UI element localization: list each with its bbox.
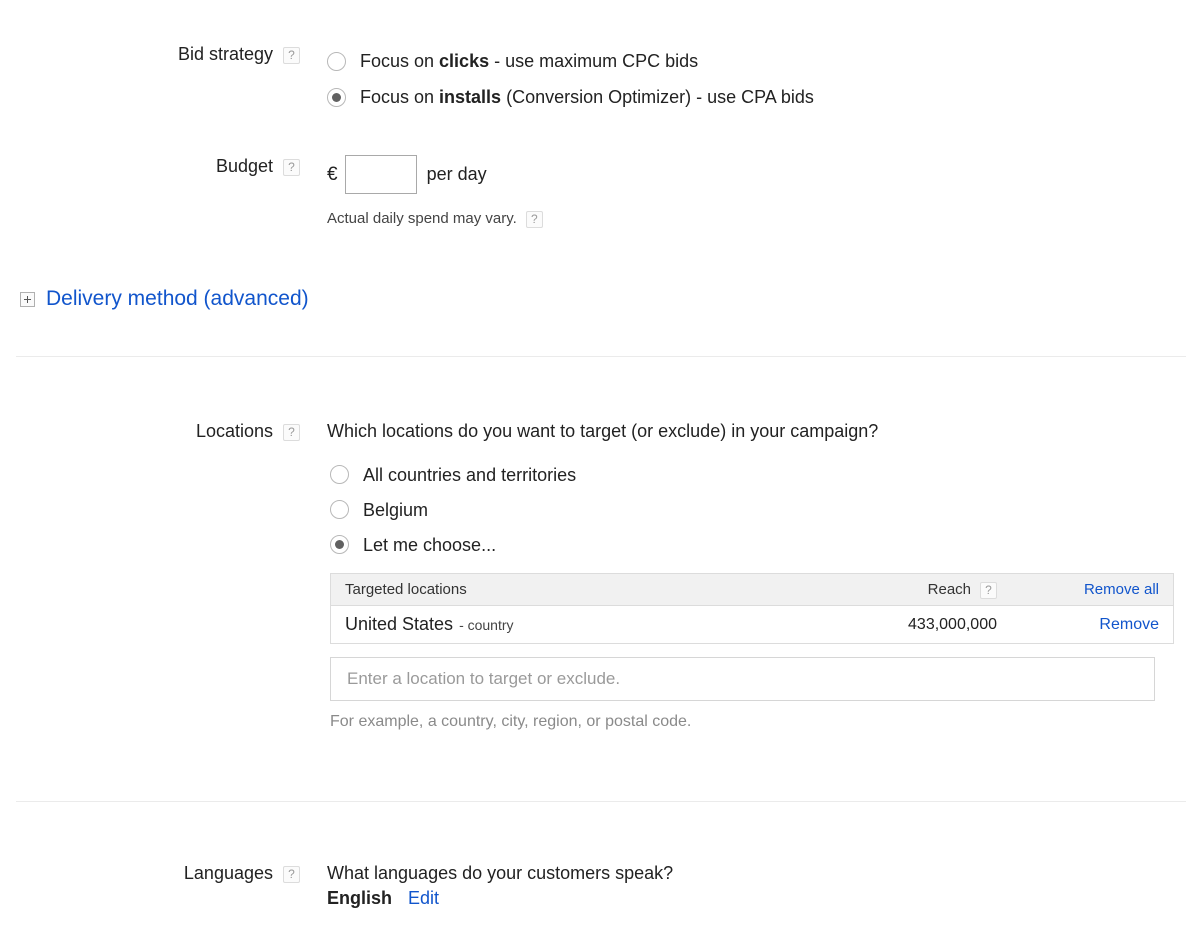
location-search-input[interactable] — [330, 657, 1155, 701]
bid-strategy-help-icon[interactable]: ? — [283, 47, 300, 64]
languages-section: Languages ? What languages do your custo… — [0, 862, 1200, 909]
bid-option-clicks-emphasis: clicks — [439, 51, 489, 71]
column-header-targeted-locations: Targeted locations — [345, 581, 799, 598]
remove-cell: Remove — [1039, 616, 1159, 634]
locations-option-all-countries-label: All countries and territories — [363, 464, 576, 486]
radio-let-me-choose[interactable] — [330, 535, 349, 554]
targeted-locations-table: Targeted locations Reach ? Remove all Un… — [330, 573, 1174, 644]
bid-strategy-option-focus-installs[interactable]: Focus on installs (Conversion Optimizer)… — [327, 79, 1200, 115]
targeted-locations-table-header: Targeted locations Reach ? Remove all — [331, 574, 1173, 606]
plus-box-icon[interactable] — [20, 292, 35, 307]
languages-question: What languages do your customers speak? — [327, 862, 1200, 884]
locations-option-let-me-choose-label: Let me choose... — [363, 534, 496, 556]
bid-option-installs-suffix: (Conversion Optimizer) - use CPA bids — [501, 87, 814, 107]
radio-focus-installs[interactable] — [327, 88, 346, 107]
locations-label-group: Locations ? — [0, 420, 300, 442]
languages-value-line: English Edit — [327, 888, 1200, 909]
bid-option-clicks-prefix: Focus on — [360, 51, 439, 71]
bid-strategy-section: Bid strategy ? Focus on clicks - use max… — [0, 43, 1200, 115]
budget-label: Budget — [216, 155, 273, 177]
location-input-hint: For example, a country, city, region, or… — [330, 713, 1200, 731]
locations-option-let-me-choose[interactable]: Let me choose... — [327, 527, 1200, 562]
locations-question: Which locations do you want to target (o… — [327, 420, 1200, 442]
languages-label: Languages — [184, 862, 273, 884]
reach-help-icon[interactable]: ? — [980, 582, 997, 599]
budget-amount-line: € per day — [327, 155, 1200, 194]
budget-note-line: Actual daily spend may vary. ? — [327, 210, 1200, 227]
locations-option-belgium-label: Belgium — [363, 499, 428, 521]
languages-edit-link[interactable]: Edit — [408, 888, 439, 909]
bid-option-installs-prefix: Focus on — [360, 87, 439, 107]
locations-option-all-countries[interactable]: All countries and territories — [327, 457, 1200, 492]
locations-field-group: Which locations do you want to target (o… — [300, 420, 1200, 731]
budget-label-group: Budget ? — [0, 155, 300, 177]
currency-symbol: € — [327, 164, 338, 186]
remove-link[interactable]: Remove — [1099, 616, 1159, 633]
languages-label-group: Languages ? — [0, 862, 300, 884]
locations-label: Locations — [196, 420, 273, 442]
locations-help-icon[interactable]: ? — [283, 424, 300, 441]
locations-option-belgium[interactable]: Belgium — [327, 492, 1200, 527]
column-header-reach-group: Reach ? — [799, 581, 1039, 598]
delivery-method-link[interactable]: Delivery method (advanced) — [46, 287, 309, 311]
section-divider-1 — [16, 356, 1186, 357]
bid-option-installs-emphasis: installs — [439, 87, 501, 107]
targeted-location-kind: - country — [459, 617, 513, 633]
locations-section: Locations ? Which locations do you want … — [0, 420, 1200, 731]
per-day-label: per day — [427, 164, 487, 185]
delivery-method-section[interactable]: Delivery method (advanced) — [20, 287, 309, 311]
bid-strategy-label: Bid strategy — [178, 43, 273, 65]
budget-amount-input[interactable] — [345, 155, 417, 194]
budget-note-text: Actual daily spend may vary. — [327, 210, 517, 227]
targeted-location-reach: 433,000,000 — [799, 616, 1039, 634]
bid-strategy-option-focus-clicks-label: Focus on clicks - use maximum CPC bids — [360, 50, 698, 72]
languages-field-group: What languages do your customers speak? … — [300, 862, 1200, 909]
budget-field-group: € per day Actual daily spend may vary. ? — [300, 155, 1200, 227]
bid-strategy-options: Focus on clicks - use maximum CPC bids F… — [300, 43, 1200, 115]
remove-all-cell: Remove all — [1039, 581, 1159, 598]
remove-all-link[interactable]: Remove all — [1084, 581, 1159, 598]
budget-section: Budget ? € per day Actual daily spend ma… — [0, 155, 1200, 227]
section-divider-2 — [16, 801, 1186, 802]
radio-belgium[interactable] — [330, 500, 349, 519]
bid-option-clicks-suffix: - use maximum CPC bids — [489, 51, 698, 71]
budget-help-icon[interactable]: ? — [283, 159, 300, 176]
budget-note-help-icon[interactable]: ? — [526, 211, 543, 228]
targeted-location-name-cell: United States - country — [345, 614, 799, 635]
languages-value: English — [327, 888, 392, 909]
bid-strategy-option-focus-installs-label: Focus on installs (Conversion Optimizer)… — [360, 86, 814, 108]
column-header-reach: Reach — [928, 581, 971, 598]
table-row: United States - country 433,000,000 Remov… — [331, 606, 1173, 643]
radio-focus-clicks[interactable] — [327, 52, 346, 71]
radio-all-countries[interactable] — [330, 465, 349, 484]
bid-strategy-option-focus-clicks[interactable]: Focus on clicks - use maximum CPC bids — [327, 43, 1200, 79]
languages-help-icon[interactable]: ? — [283, 866, 300, 883]
targeted-location-name: United States — [345, 614, 453, 634]
bid-strategy-label-group: Bid strategy ? — [0, 43, 300, 65]
